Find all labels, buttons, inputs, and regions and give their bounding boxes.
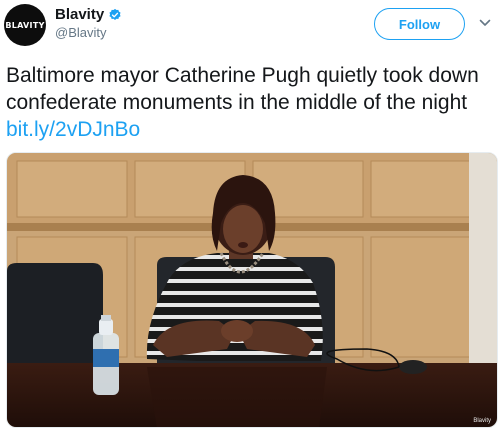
display-name[interactable]: Blavity (55, 6, 104, 23)
account-handle[interactable]: @Blavity (55, 25, 122, 40)
avatar-logo-text: BLAVITY (5, 20, 45, 30)
follow-button[interactable]: Follow (374, 8, 465, 40)
tweet-photo[interactable]: Blavity (6, 152, 498, 428)
avatar[interactable]: BLAVITY (4, 4, 46, 46)
tweet-body: Baltimore mayor Catherine Pugh quietly t… (6, 64, 479, 114)
photo-illustration (7, 153, 497, 427)
tweet-link[interactable]: bit.ly/2vDJnBo (6, 118, 140, 141)
chevron-down-icon[interactable] (479, 18, 491, 28)
account-info: Blavity @Blavity (55, 6, 122, 40)
verified-badge-icon (109, 8, 121, 20)
tweet-text: Baltimore mayor Catherine Pugh quietly t… (6, 62, 496, 143)
photo-watermark: Blavity (473, 418, 491, 424)
